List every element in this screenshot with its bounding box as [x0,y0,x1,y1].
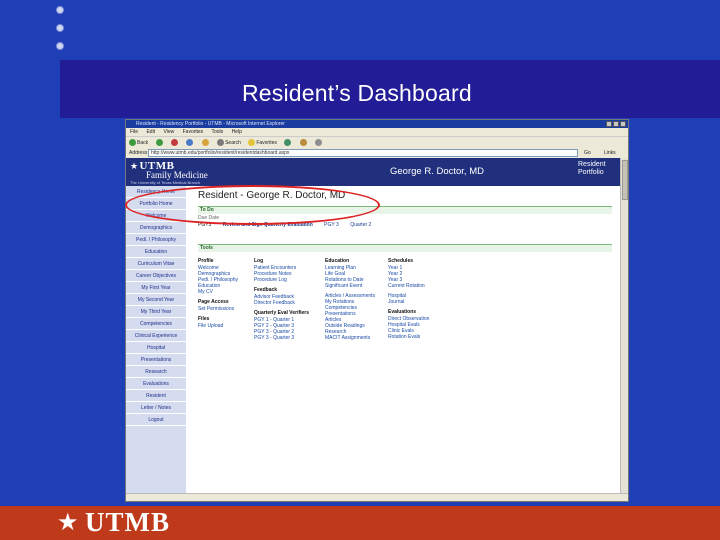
col-heading: Schedules [388,258,414,264]
col-subheading: Evaluations [388,309,417,315]
highlight-oval [125,185,380,225]
col-heading: Log [254,258,264,264]
browser-titlebar: Resident - Residency Portfolio - UTMB - … [126,120,628,128]
mail-icon [299,139,307,147]
menu-help[interactable]: Help [232,129,242,135]
sidebar-item-third-year[interactable]: My Third Year [126,306,186,318]
tools-col-profile: Profile Welcome Demographics Pedi. / Phi… [198,258,260,329]
sidebar-item-presentations[interactable]: Presentations [126,354,186,366]
star-icon [248,139,256,147]
sidebar-item-evaluations[interactable]: Evaluations [126,378,186,390]
history-icon [284,139,292,147]
stop-icon [170,139,178,147]
slide-footer: ★ UTMB [0,506,720,540]
link-quarter-eval[interactable]: PGY 3 - Quarter 3 [254,335,316,341]
minimize-icon[interactable] [606,121,612,127]
slide-title: Resident’s Dashboard [242,80,472,106]
menu-favorites[interactable]: Favorites [183,129,204,135]
menu-edit[interactable]: Edit [146,129,155,135]
tools-col-schedules: Schedules Year 1 Year 2 Year 3 Current R… [388,258,450,340]
sidebar-item-career-objectives[interactable]: Career Objectives [126,270,186,282]
links-button[interactable]: Links [604,148,616,158]
bullet-1 [56,6,64,14]
logo-university: The University of Texas Medical Branch [130,180,201,185]
col-subheading: Quarterly Eval Verifiers [254,310,310,316]
browser-toolbar: Back Search Favorites [126,136,628,148]
todo-quarter: Quarter 2 [350,222,372,228]
sidebar-item-competencies[interactable]: Competencies [126,318,186,330]
sidebar-item-research[interactable]: Research [126,366,186,378]
sidebar-item-philosophy[interactable]: Pedi. / Philosophy [126,234,186,246]
maximize-icon[interactable] [613,121,619,127]
portfolio-header: ★ UTMB Family Medicine The University of… [126,158,622,186]
forward-arrow-icon [155,139,163,147]
slide-bullets [56,6,76,60]
todo-year: PGY 3 [324,222,339,228]
header-resident-name: George R. Doctor, MD [390,166,484,177]
vertical-scrollbar[interactable] [620,158,628,495]
address-bar: Address http://www.utmb.edu/portfolio/re… [126,148,628,158]
search-icon [217,139,225,147]
status-bar [126,493,628,501]
star-icon: ★ [130,161,139,171]
address-label: Address [129,150,148,156]
sidebar-item-cv[interactable]: Curriculum Vitae [126,258,186,270]
utmb-logo: ★ UTMB Family Medicine The University of… [130,160,208,185]
header-portfolio-label: Resident Portfolio [578,161,606,176]
bullet-2 [56,24,64,32]
browser-window: Resident - Residency Portfolio - UTMB - … [125,119,629,502]
menu-view[interactable]: View [163,129,174,135]
sidebar-item-clinical-experience[interactable]: Clinical Experience [126,330,186,342]
col-subheading: Files [198,316,210,322]
link-macit-assignments[interactable]: MACIT Assignments [325,335,387,341]
sidebar-item-hospital[interactable]: Hospital [126,342,186,354]
sidebar-item-letter-notes[interactable]: Letter / Notes [126,402,186,414]
link-file-upload[interactable]: File Upload [198,323,260,329]
tools-col-education: Education Learning Plan Life Goal Rotati… [325,258,387,341]
col-subheading: Page Access [198,299,229,305]
browser-title: Resident - Residency Portfolio - UTMB - … [136,121,285,127]
close-icon[interactable] [620,121,626,127]
footer-logo: UTMB [85,507,170,537]
sidebar-item-logout[interactable]: Logout [126,414,186,426]
sidebar-item-first-year[interactable]: My First Year [126,282,186,294]
tools-col-log: Log Patient Encounters Procedure Notes P… [254,258,316,341]
sidebar-item-demographics[interactable]: Demographics [126,222,186,234]
sidebar-item-education[interactable]: Education [126,246,186,258]
star-icon: ★ [57,509,79,536]
back-arrow-icon [129,139,136,147]
logo-department: Family Medicine [146,170,208,180]
link-rotation-evals[interactable]: Rotation Evals [388,334,450,340]
col-subheading: Feedback [254,287,278,293]
menu-bar: File Edit View Favorites Tools Help [126,128,628,136]
go-button[interactable]: Go [584,148,591,158]
home-icon [201,139,209,147]
menu-file[interactable]: File [130,129,138,135]
col-heading: Profile [198,258,214,264]
refresh-icon [186,139,194,147]
sidebar-item-resident[interactable]: Resident [126,390,186,402]
col-heading: Education [325,258,350,264]
scroll-thumb[interactable] [622,160,628,200]
bullet-3 [56,42,64,50]
menu-tools[interactable]: Tools [211,129,223,135]
tools-section-header: Tools [198,244,612,252]
sidebar-item-second-year[interactable]: My Second Year [126,294,186,306]
address-input[interactable]: http://www.utmb.edu/portfolio/resident/r… [148,149,578,157]
sidebar-nav: Residency Home Portfolio Home Welcome De… [126,186,186,495]
print-icon [315,139,323,147]
